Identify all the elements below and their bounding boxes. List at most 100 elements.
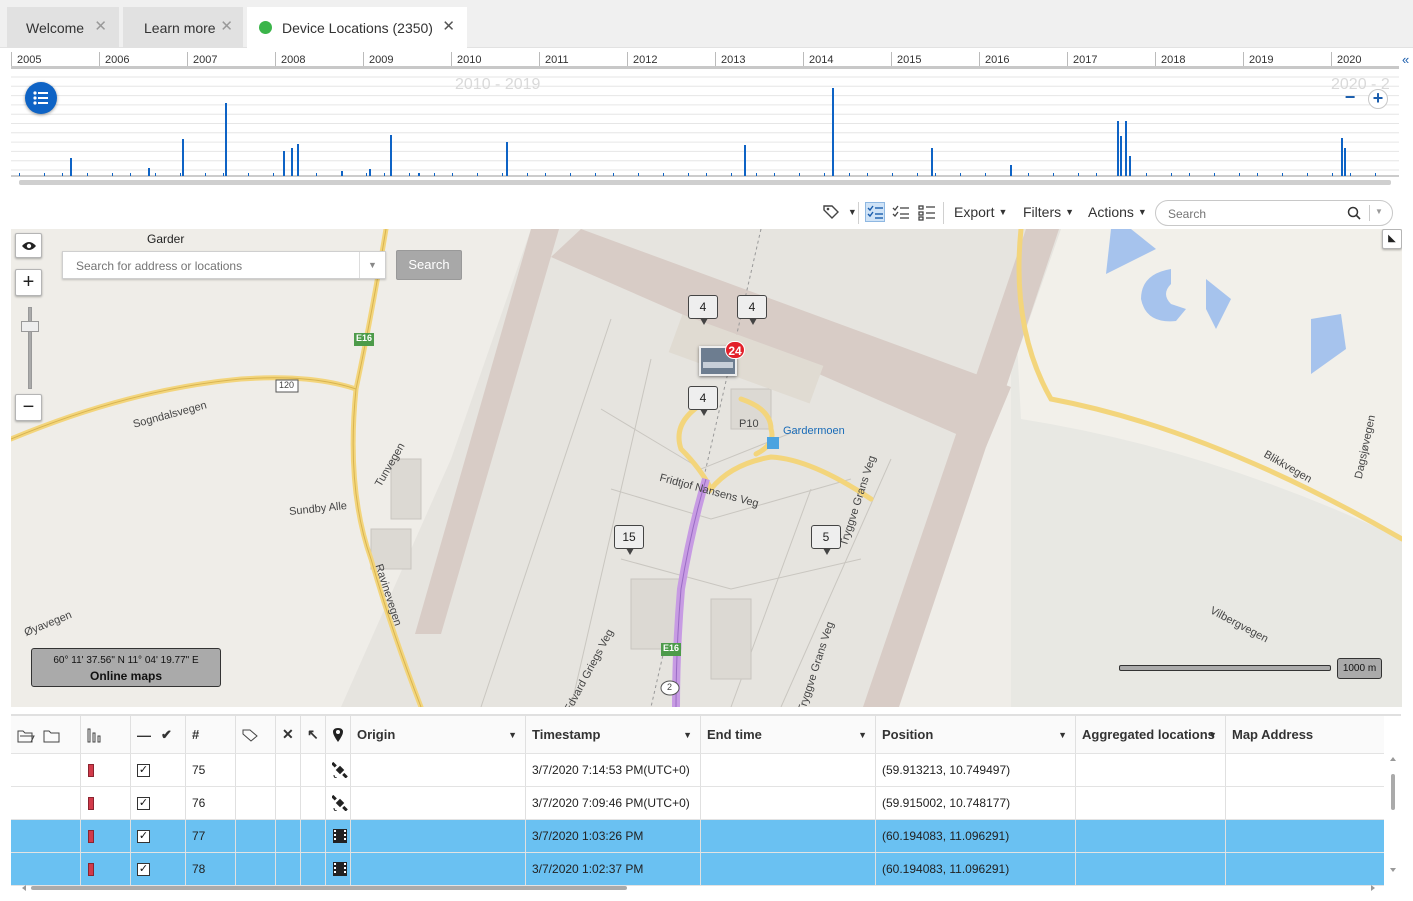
close-icon[interactable]: ✕: [220, 19, 233, 34]
year-label[interactable]: 2012: [633, 54, 657, 66]
year-label[interactable]: 2016: [985, 54, 1009, 66]
grid-header-origin[interactable]: Origin ▼: [351, 716, 526, 753]
year-label[interactable]: 2005: [17, 54, 41, 66]
map-zoom-in-button[interactable]: +: [15, 269, 42, 296]
activity-bar[interactable]: [418, 173, 420, 176]
grid-search-input[interactable]: [1168, 205, 1338, 222]
activity-bar[interactable]: [369, 169, 371, 176]
activity-bar[interactable]: [1125, 121, 1127, 176]
chevron-down-icon[interactable]: ▼: [359, 252, 385, 278]
map-view[interactable]: Sogndalsvegen Tunvegen Sundby Alle Ravin…: [11, 229, 1402, 707]
chevron-down-icon[interactable]: ▼: [1208, 730, 1217, 740]
year-label[interactable]: 2008: [281, 54, 305, 66]
activity-bar[interactable]: [1129, 156, 1131, 176]
vertical-scrollbar[interactable]: [1389, 756, 1397, 886]
year-label[interactable]: 2014: [809, 54, 833, 66]
close-icon[interactable]: ✕: [442, 19, 455, 34]
activity-bar[interactable]: [1341, 138, 1343, 176]
location-cluster[interactable]: 5: [811, 525, 841, 555]
grid-header-arrow[interactable]: ↖: [301, 716, 326, 753]
address-search[interactable]: ▼: [62, 251, 386, 279]
activity-bar[interactable]: [225, 103, 227, 176]
actions-menu[interactable]: Actions ▼: [1088, 204, 1147, 220]
address-search-input[interactable]: [76, 258, 346, 274]
activity-bar[interactable]: [182, 139, 184, 176]
view-detailed-button[interactable]: [865, 202, 885, 222]
activity-bar[interactable]: [1117, 121, 1119, 176]
chevron-down-icon[interactable]: ▼: [508, 730, 517, 740]
chevron-down-icon[interactable]: ▼: [1058, 730, 1067, 740]
year-label[interactable]: 2010: [457, 54, 481, 66]
grid-header-delete[interactable]: ✕: [276, 716, 301, 753]
grid-header-folders[interactable]: [11, 716, 81, 753]
horizontal-scrollbar[interactable]: [21, 884, 1381, 892]
grid-search-box[interactable]: ▼: [1155, 200, 1393, 226]
activity-bar[interactable]: [70, 158, 72, 176]
activity-bar[interactable]: [506, 142, 508, 176]
chevron-down-icon[interactable]: ▼: [1375, 207, 1383, 216]
layer-visibility-button[interactable]: [15, 233, 42, 258]
tag-filter-button[interactable]: ▼: [822, 203, 857, 222]
activity-bar[interactable]: [832, 88, 834, 176]
check-icon[interactable]: ✔: [161, 727, 172, 743]
activity-bar[interactable]: [291, 148, 293, 176]
grid-header-tag[interactable]: [236, 716, 276, 753]
location-cluster[interactable]: 4: [688, 295, 718, 325]
table-row[interactable]: ✓ 77 3/7/2020 1:03:26 PM (60.194083, 11.096…: [11, 820, 1384, 853]
chevron-down-icon[interactable]: ▼: [683, 730, 692, 740]
timeline-zoom-in-button[interactable]: +: [1368, 89, 1388, 109]
year-label[interactable]: 2017: [1073, 54, 1097, 66]
activity-bar[interactable]: [1120, 136, 1122, 176]
grid-header-bars[interactable]: [81, 716, 131, 753]
map-zoom-out-button[interactable]: −: [15, 394, 42, 421]
activity-bar[interactable]: [297, 144, 299, 176]
table-row[interactable]: ✓ 78 3/7/2020 1:02:37 PM (60.194083, 11.096…: [11, 853, 1384, 886]
year-label[interactable]: 2011: [545, 54, 569, 66]
year-label[interactable]: 2019: [1249, 54, 1273, 66]
year-label[interactable]: 2006: [105, 54, 129, 66]
timeline-panel[interactable]: 2005 2006 2007 2008 2009 2010 2011 2012 2013 2014…: [11, 50, 1399, 192]
timeline-zoom-out-button[interactable]: −: [1340, 88, 1360, 109]
tab-device-locations[interactable]: Device Locations (2350) ✕: [247, 7, 467, 48]
search-icon[interactable]: [1347, 206, 1361, 220]
filters-menu[interactable]: Filters ▼: [1023, 204, 1074, 220]
tab-welcome[interactable]: Welcome ✕: [7, 7, 119, 48]
table-row[interactable]: ✓ 76 3/7/2020 7:09:46 PM(UTC+0) (59.915002,…: [11, 787, 1384, 820]
year-label[interactable]: 2013: [721, 54, 745, 66]
map-zoom-slider-thumb[interactable]: [21, 321, 39, 332]
row-checkbox[interactable]: ✓: [137, 862, 150, 876]
view-list-button[interactable]: [918, 203, 936, 224]
year-label[interactable]: 2020: [1337, 54, 1361, 66]
map-search-button[interactable]: Search: [396, 250, 462, 280]
minus-icon[interactable]: —: [137, 727, 151, 743]
view-check-button[interactable]: [892, 203, 910, 224]
activity-bar[interactable]: [744, 145, 746, 176]
activity-bar[interactable]: [390, 135, 392, 176]
activity-bar[interactable]: [283, 151, 285, 176]
export-menu[interactable]: Export ▼: [954, 204, 1007, 220]
grid-header-end-time[interactable]: End time ▼: [701, 716, 876, 753]
activity-bar[interactable]: [148, 168, 150, 176]
grid-header-num[interactable]: #: [186, 716, 236, 753]
row-checkbox[interactable]: ✓: [137, 763, 150, 777]
list-toggle-button[interactable]: [25, 82, 57, 114]
timeline-histogram[interactable]: 2005 2006 2007 2008 2009 2010 2011 2012 2013 2014…: [11, 50, 1399, 192]
grid-header-check[interactable]: — ✔: [131, 716, 186, 753]
year-label[interactable]: 2007: [193, 54, 217, 66]
grid-header-position[interactable]: Position ▼: [876, 716, 1076, 753]
location-cluster[interactable]: 15: [614, 525, 644, 555]
grid-header-timestamp[interactable]: Timestamp ▼: [526, 716, 701, 753]
grid-header-aggregated[interactable]: Aggregated locations ▼: [1076, 716, 1226, 753]
tab-learn-more[interactable]: Learn more ✕: [123, 7, 243, 48]
year-label[interactable]: 2018: [1161, 54, 1185, 66]
location-cluster[interactable]: 4: [737, 295, 767, 325]
grid-header-pin[interactable]: [326, 716, 351, 753]
location-cluster[interactable]: 4: [688, 386, 718, 416]
close-icon[interactable]: ✕: [94, 19, 107, 34]
row-checkbox[interactable]: ✓: [137, 829, 150, 843]
activity-bar[interactable]: [931, 148, 933, 176]
coordinates-panel[interactable]: 60° 11' 37.56" N 11° 04' 19.77" E Online…: [31, 648, 221, 687]
collapse-icon[interactable]: «: [1402, 52, 1413, 72]
chevron-down-icon[interactable]: ▼: [858, 730, 867, 740]
year-label[interactable]: 2009: [369, 54, 393, 66]
